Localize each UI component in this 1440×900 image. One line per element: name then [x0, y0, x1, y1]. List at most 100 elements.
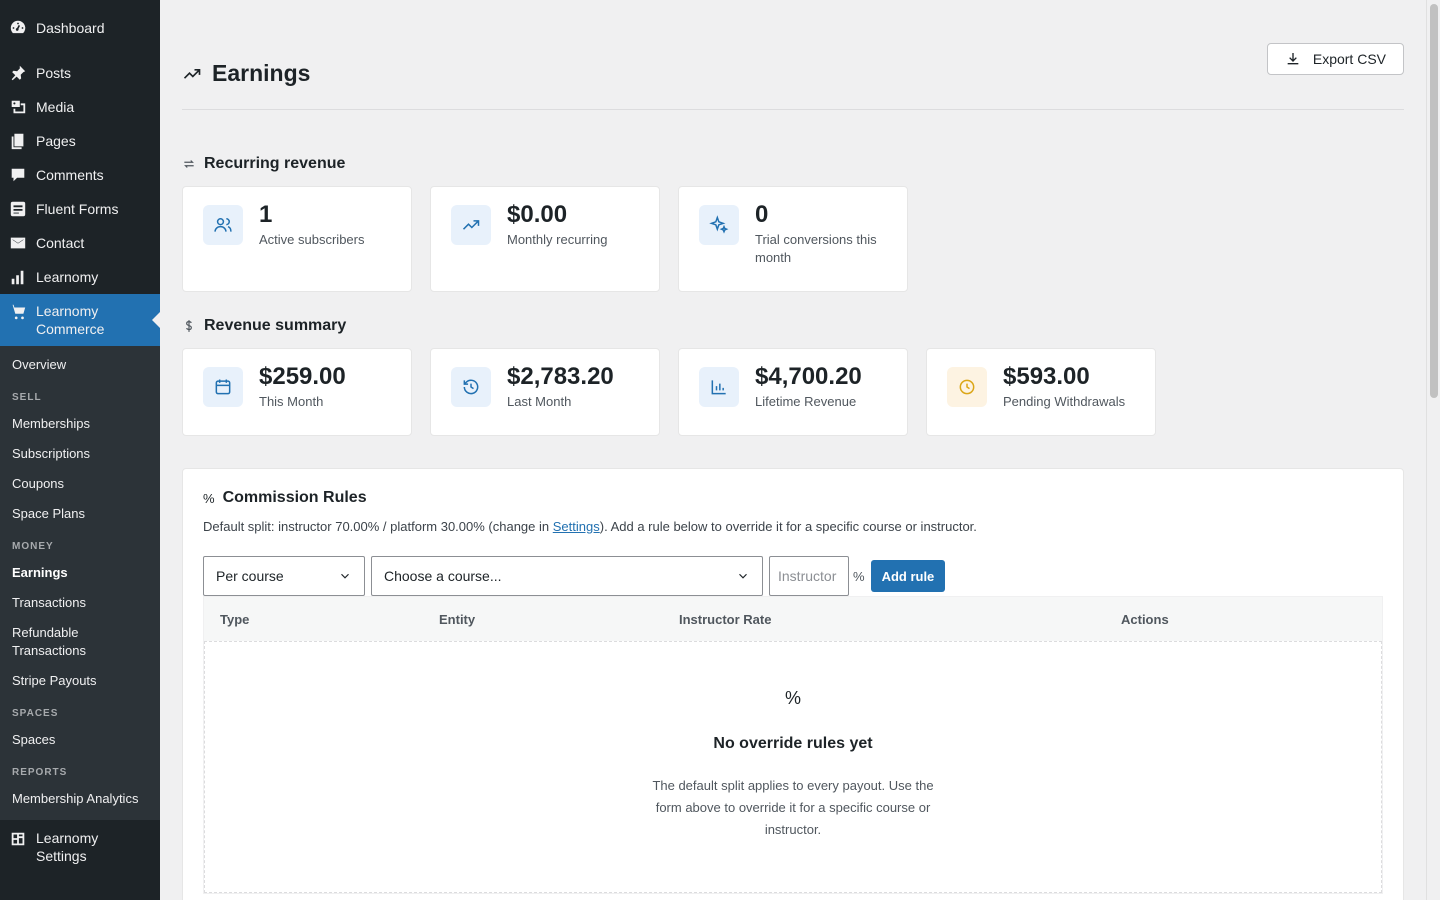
stat-value: $593.00 — [1003, 363, 1090, 390]
submenu-space-plans[interactable]: Space Plans — [0, 499, 160, 529]
settings-grid-icon — [8, 829, 28, 849]
sidebar-item-learnomy[interactable]: Learnomy — [0, 260, 160, 294]
cart-icon — [8, 302, 28, 322]
panel-title-text: Commission Rules — [222, 489, 367, 506]
add-rule-form: Per course Choose a course... % Add rule — [203, 556, 1383, 596]
stat-value: $2,783.20 — [507, 363, 614, 390]
submenu-heading-sell: SELL — [12, 392, 42, 403]
sidebar-label: Comments — [36, 167, 104, 183]
scope-select-value: Per course — [216, 568, 284, 584]
history-icon — [451, 367, 491, 407]
stat-card-trial-conversions: 0 Trial conversions this month — [678, 186, 908, 292]
stat-value: $4,700.20 — [755, 363, 862, 390]
submenu-spaces[interactable]: Spaces — [0, 725, 160, 755]
sidebar-item-media[interactable]: Media — [0, 90, 160, 124]
submenu-memberships[interactable]: Memberships — [0, 409, 160, 439]
add-rule-button[interactable]: Add rule — [870, 560, 946, 592]
commission-rules-title: % Commission Rules — [203, 489, 1383, 507]
stat-card-last-month: $2,783.20 Last Month — [430, 348, 660, 436]
submenu-heading-reports: REPORTS — [12, 767, 68, 778]
chevron-down-icon — [341, 573, 349, 579]
clock-icon — [947, 367, 987, 407]
submenu-transactions[interactable]: Transactions — [0, 588, 160, 618]
sidebar-item-learnomy-commerce[interactable]: Learnomy Commerce — [0, 294, 160, 346]
chart-bars-icon — [8, 267, 28, 287]
empty-state: % No override rules yet The default spli… — [204, 641, 1382, 893]
submenu-refundable-transactions[interactable]: Refundable Transactions — [0, 618, 110, 666]
submenu-subscriptions[interactable]: Subscriptions — [0, 439, 160, 469]
section-title-text: Recurring revenue — [204, 155, 346, 172]
trend-up-icon — [451, 205, 491, 245]
mail-icon — [8, 233, 28, 253]
stat-label: Last Month — [507, 394, 572, 409]
submenu-heading-money: MONEY — [12, 541, 54, 552]
percent-icon: % — [203, 490, 215, 506]
sidebar-label: Pages — [36, 133, 76, 149]
main-content: Earnings Export CSV Recurring revenue 1 A… — [160, 0, 1426, 900]
sidebar-label: Learnomy Settings — [36, 830, 99, 864]
column-instructor-rate: Instructor Rate — [679, 611, 772, 627]
submenu-overview[interactable]: Overview — [0, 350, 160, 380]
sidebar-item-dashboard[interactable]: Dashboard — [0, 0, 160, 56]
pages-icon — [8, 131, 28, 151]
settings-link[interactable]: Settings — [553, 519, 600, 534]
export-csv-label: Export CSV — [1312, 50, 1386, 67]
sidebar-item-posts[interactable]: Posts — [0, 56, 160, 90]
column-type: Type — [220, 611, 250, 627]
export-csv-button[interactable]: Export CSV — [1266, 42, 1404, 75]
recurring-revenue-section: Recurring revenue 1 Active subscribers $0… — [182, 154, 1404, 292]
stat-card-pending-withdrawals: $593.00 Pending Withdrawals — [926, 348, 1156, 436]
stat-label: Pending Withdrawals — [1003, 394, 1126, 409]
revenue-summary-title: Revenue summary — [182, 316, 1404, 336]
scope-select[interactable]: Per course — [203, 556, 365, 596]
recurring-cards: 1 Active subscribers $0.00 Monthly recurri… — [182, 186, 1404, 292]
submenu-stripe-payouts[interactable]: Stripe Payouts — [0, 666, 160, 696]
stat-value: $0.00 — [507, 201, 568, 228]
sidebar-item-learnomy-settings[interactable]: Learnomy Settings — [0, 820, 160, 874]
page-scrollbar[interactable] — [1426, 0, 1440, 900]
stat-value: 0 — [755, 201, 769, 228]
stat-value: $259.00 — [259, 363, 346, 390]
download-icon — [1287, 52, 1299, 64]
submenu-earnings[interactable]: Earnings — [0, 558, 160, 588]
commission-description: Default split: instructor 70.00% / platf… — [203, 519, 1383, 534]
scrollbar-thumb[interactable] — [1430, 4, 1438, 398]
forms-icon — [8, 199, 28, 219]
calendar-icon — [203, 367, 243, 407]
stat-card-this-month: $259.00 This Month — [182, 348, 412, 436]
stat-value: 1 — [259, 201, 273, 228]
recurring-revenue-title: Recurring revenue — [182, 154, 1404, 174]
sidebar-item-contact[interactable]: Contact — [0, 226, 160, 260]
chevron-down-icon — [739, 573, 747, 579]
stat-label: Monthly recurring — [507, 232, 608, 247]
page-header: Earnings Export CSV — [182, 0, 1404, 110]
stat-label: Trial conversions this month — [755, 232, 877, 265]
sidebar-label: Learnomy — [36, 269, 99, 285]
column-entity: Entity — [439, 611, 476, 627]
sidebar-label: Learnomy Commerce — [36, 303, 105, 337]
sidebar-item-comments[interactable]: Comments — [0, 158, 160, 192]
submenu-coupons[interactable]: Coupons — [0, 469, 160, 499]
sidebar-label: Media — [36, 99, 75, 115]
submenu-membership-analytics[interactable]: Membership Analytics — [0, 784, 160, 814]
percent-icon: % — [784, 688, 801, 708]
sidebar-item-pages[interactable]: Pages — [0, 124, 160, 158]
comment-icon — [8, 165, 28, 185]
empty-state-title: No override rules yet — [713, 735, 873, 752]
desc-text: Default split: instructor 70.00% / platf… — [203, 519, 553, 534]
course-select-value: Choose a course... — [384, 568, 502, 584]
page-title: Earnings — [182, 60, 310, 87]
rules-table-header: Type Entity Instructor Rate Actions — [204, 597, 1382, 641]
media-icon — [8, 97, 28, 117]
stat-label: Lifetime Revenue — [755, 394, 857, 409]
instructor-rate-input[interactable] — [769, 556, 849, 596]
revenue-summary-section: Revenue summary $259.00 This Month $2,783… — [182, 316, 1404, 436]
repeat-icon — [184, 160, 194, 168]
sidebar-label: Dashboard — [36, 20, 105, 36]
sidebar-item-fluent-forms[interactable]: Fluent Forms — [0, 192, 160, 226]
sparkle-icon — [699, 205, 739, 245]
commission-rules-panel: % Commission Rules Default split: instru… — [182, 468, 1404, 900]
pin-icon — [8, 63, 28, 83]
course-select[interactable]: Choose a course... — [371, 556, 763, 596]
stat-label: This Month — [259, 394, 324, 409]
